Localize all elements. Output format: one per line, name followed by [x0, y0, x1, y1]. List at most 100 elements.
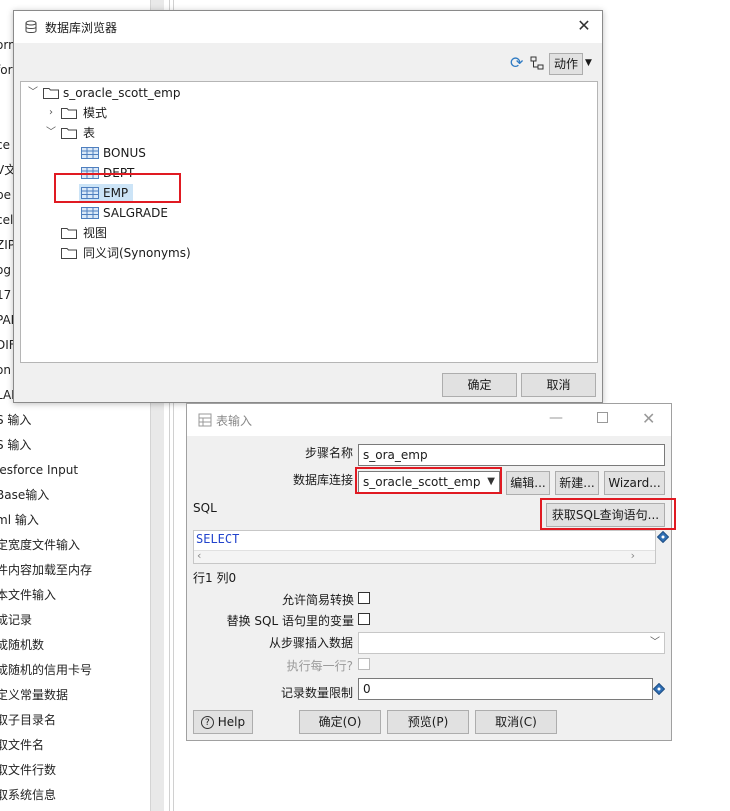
cursor-status: 行1 列0 [193, 571, 237, 585]
tree-label: SALGRADE [103, 206, 168, 220]
get-sql-highlight-box [540, 498, 676, 530]
tree-label: s_oracle_scott_emp [63, 86, 181, 100]
step-item[interactable]: 成随机的信用卡号 [0, 661, 92, 679]
sql-label: SQL [193, 501, 217, 515]
lazy-conversion-checkbox[interactable] [358, 592, 370, 604]
chevron-right-icon[interactable]: › [45, 104, 57, 122]
refresh-icon[interactable]: ⟳ [510, 55, 526, 71]
tree-node-views[interactable]: 视图 [21, 224, 321, 242]
insert-from-step-label: 从步骤插入数据 [268, 636, 353, 650]
connection-highlight-box [355, 467, 502, 494]
maximize-icon[interactable] [597, 412, 608, 423]
step-item[interactable]: 定义常量数据 [0, 686, 68, 704]
edit-connection-button[interactable]: 编辑... [506, 471, 550, 495]
step-name-label: 步骤名称 [304, 446, 353, 460]
tree-label: 视图 [83, 226, 108, 240]
step-item[interactable]: S 输入 [0, 411, 31, 429]
dialog-title: 数据库浏览器 [45, 21, 118, 35]
close-icon[interactable]: ✕ [575, 17, 593, 35]
close-icon[interactable]: ✕ [642, 409, 655, 428]
ok-button[interactable]: 确定(O) [299, 710, 381, 734]
chevron-down-icon[interactable]: ▼ [585, 56, 592, 70]
step-item[interactable]: ml 输入 [0, 511, 39, 529]
chevron-down-icon[interactable]: ﹀ [45, 124, 57, 142]
table-icon [81, 147, 99, 159]
step-item[interactable]: og [0, 261, 11, 279]
dialog-title: 表输入 [216, 414, 253, 428]
action-menu-button[interactable]: 动作 [549, 53, 583, 75]
lazy-conversion-label: 允许简易转换 [281, 593, 354, 607]
tree-label: BONUS [103, 146, 146, 160]
tree-root[interactable]: ﹀ s_oracle_scott_emp [21, 84, 321, 102]
tree-node-synonyms[interactable]: 同义词(Synonyms) [21, 244, 321, 262]
replace-variables-checkbox[interactable] [358, 613, 370, 625]
help-label: Help [217, 715, 246, 729]
new-connection-button[interactable]: 新建... [555, 471, 599, 495]
dialog-titlebar: 数据库浏览器 ✕ [14, 11, 602, 43]
step-item[interactable]: 取文件行数 [0, 761, 56, 779]
minimize-icon[interactable]: — [549, 410, 563, 426]
scroll-left-icon[interactable]: ‹ [197, 549, 201, 562]
step-item[interactable]: on [0, 361, 11, 379]
step-item[interactable]: be [0, 186, 11, 204]
sql-horizontal-scrollbar[interactable]: ‹ › [194, 549, 655, 563]
step-item[interactable]: Base输入 [0, 486, 49, 504]
step-item[interactable]: 成记录 [0, 611, 32, 629]
replace-variables-label: 替换 SQL 语句里的变量 [226, 614, 354, 628]
step-item[interactable]: 件内容加载至内存 [0, 561, 92, 579]
table-input-dialog: 表输入 — ✕ 步骤名称 s_ora_emp 数据库连接 s_oracle_sc… [186, 403, 672, 741]
step-item[interactable]: S 输入 [0, 436, 31, 454]
tree-label: 同义词(Synonyms) [83, 246, 191, 260]
help-button[interactable]: ? Help [193, 710, 253, 734]
step-name-input[interactable]: s_ora_emp [358, 444, 665, 466]
database-browser-dialog: 数据库浏览器 ✕ ⟳ 动作 ▼ ﹀ s_oracle_scott_emp › 模… [13, 10, 603, 403]
limit-input[interactable]: 0 [358, 678, 653, 700]
cancel-button[interactable]: 取消(C) [475, 710, 557, 734]
step-item[interactable]: 取文件名 [0, 736, 44, 754]
step-item[interactable]: 取子目录名 [0, 711, 56, 729]
execute-each-row-checkbox[interactable] [358, 658, 370, 670]
step-item[interactable]: 成随机数 [0, 636, 44, 654]
tree-node-schema[interactable]: › 模式 [21, 104, 321, 122]
step-item[interactable]: cel [0, 211, 13, 229]
folder-icon [61, 108, 77, 119]
ok-button[interactable]: 确定 [442, 373, 517, 397]
chevron-down-icon[interactable]: ﹀ [650, 633, 660, 653]
tree-label: 表 [83, 126, 96, 140]
step-item[interactable]: for [0, 61, 13, 79]
scroll-right-icon[interactable]: › [631, 549, 635, 562]
execute-each-row-label: 执行每一行? [286, 659, 353, 673]
variable-icon [657, 531, 669, 543]
dialog-titlebar: 表输入 — ✕ [187, 404, 671, 436]
connection-label: 数据库连接 [292, 473, 353, 487]
wizard-button[interactable]: Wizard... [604, 471, 665, 495]
folder-icon [43, 88, 59, 99]
folder-icon [61, 128, 77, 139]
step-item[interactable]: 本文件输入 [0, 586, 56, 604]
emp-highlight-box [54, 173, 181, 203]
tree-structure-icon[interactable] [530, 56, 544, 70]
tree-node-tables[interactable]: ﹀ 表 [21, 124, 321, 142]
database-tree[interactable]: ﹀ s_oracle_scott_emp › 模式 ﹀ 表 BONUS DEPT… [20, 81, 598, 363]
tree-table-item[interactable]: BONUS [81, 144, 181, 162]
cancel-button[interactable]: 取消 [521, 373, 596, 397]
tree-label: 模式 [83, 106, 108, 120]
table-icon [81, 207, 99, 219]
table-input-icon [198, 413, 212, 427]
step-item[interactable]: 取系统信息 [0, 786, 56, 804]
preview-button[interactable]: 预览(P) [387, 710, 469, 734]
step-item[interactable]: 定宽度文件输入 [0, 536, 80, 554]
tree-table-item[interactable]: SALGRADE [81, 204, 181, 222]
folder-icon [61, 248, 77, 259]
variable-icon [653, 683, 665, 695]
folder-icon [61, 228, 77, 239]
limit-label: 记录数量限制 [280, 686, 353, 700]
database-icon [25, 20, 37, 33]
step-item[interactable]: ce [0, 136, 10, 154]
sql-text: SELECT [196, 532, 240, 546]
insert-from-step-select[interactable]: ﹀ [358, 632, 665, 654]
help-icon: ? [200, 716, 214, 729]
step-item[interactable]: lesforce Input [0, 461, 78, 479]
chevron-down-icon[interactable]: ﹀ [27, 84, 39, 102]
sql-editor[interactable]: SELECT ‹ › [193, 530, 656, 564]
